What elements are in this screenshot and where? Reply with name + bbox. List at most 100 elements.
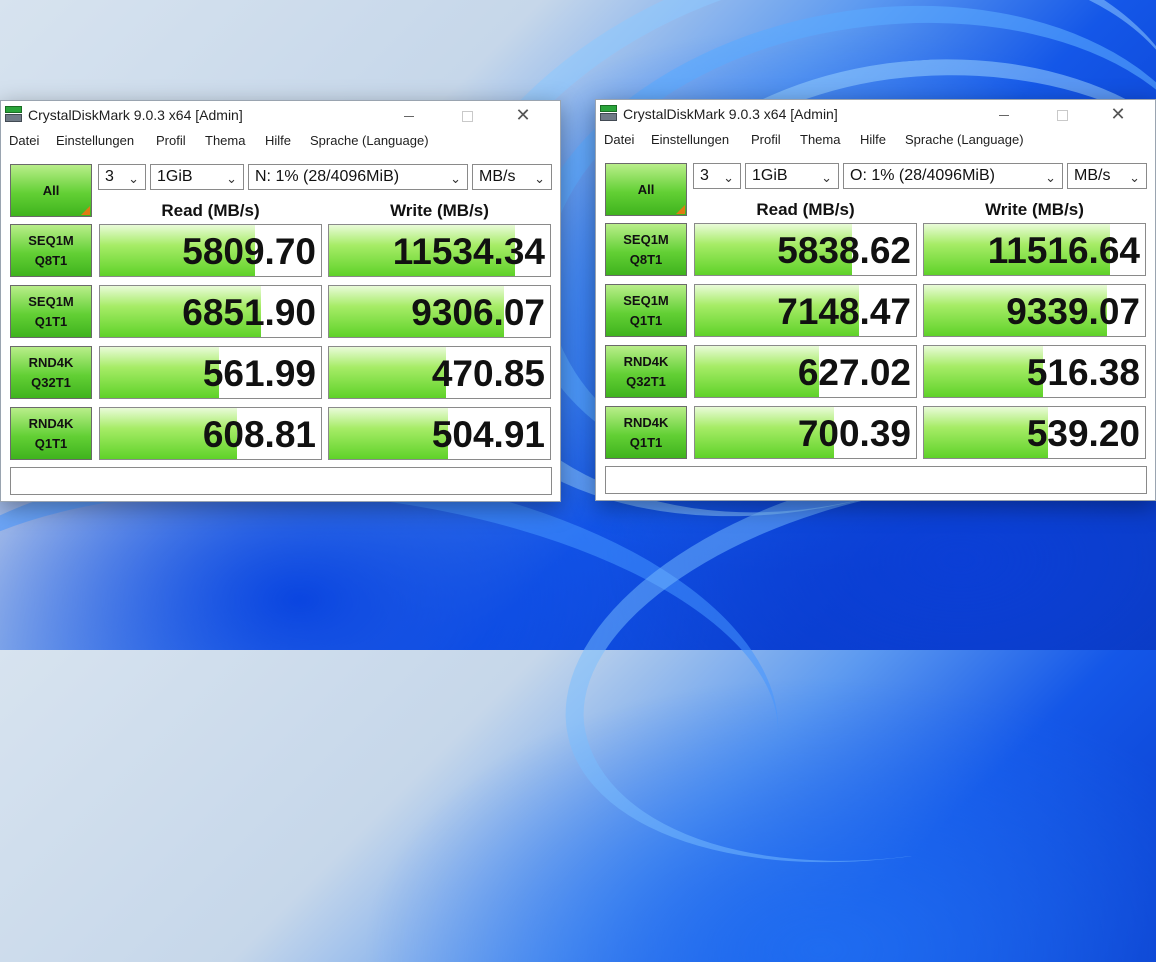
test-seq1m-q8t1-button[interactable]: SEQ1M Q8T1 — [10, 224, 92, 277]
all-button[interactable]: All — [605, 163, 687, 216]
unit-value: MB/s — [1074, 167, 1111, 184]
chevron-down-icon: ⌄ — [534, 171, 545, 186]
size-select[interactable]: 1GiB ⌄ — [150, 164, 244, 190]
menu-sprache[interactable]: Sprache (Language) — [905, 132, 1024, 147]
menu-thema[interactable]: Thema — [205, 133, 245, 148]
read-result-cell: 5838.62 — [694, 223, 917, 276]
count-value: 3 — [105, 168, 114, 185]
menu-hilfe[interactable]: Hilfe — [265, 133, 291, 148]
test-rnd4k-q1t1-button[interactable]: RND4K Q1T1 — [605, 406, 687, 459]
read-result-cell: 5809.70 — [99, 224, 322, 277]
write-result-value: 11534.34 — [392, 231, 545, 272]
test-line1: RND4K — [28, 354, 74, 370]
menu-thema[interactable]: Thema — [800, 132, 840, 147]
window-title: CrystalDiskMark 9.0.3 x64 [Admin] — [28, 107, 243, 123]
menu-datei[interactable]: Datei — [604, 132, 634, 147]
write-result-cell: 9306.07 — [328, 285, 551, 338]
read-result-value: 627.02 — [797, 352, 911, 393]
read-result-bar — [100, 347, 220, 398]
minimize-icon — [404, 115, 414, 117]
read-column-header: Read (MB/s) — [161, 201, 260, 220]
read-result-cell: 700.39 — [694, 406, 917, 459]
size-select[interactable]: 1GiB ⌄ — [745, 163, 839, 189]
maximize-button[interactable] — [1039, 100, 1085, 128]
read-result-value: 608.81 — [202, 414, 316, 455]
benchmark-panel: All 3 ⌄ 1GiB ⌄ N: 1% (28/4096MiB) ⌄ MB/s ⌄ R… — [1, 154, 560, 501]
close-button[interactable]: ✕ — [500, 101, 546, 129]
menu-hilfe[interactable]: Hilfe — [860, 132, 886, 147]
corner-marker-icon — [676, 205, 685, 214]
comment-field[interactable] — [605, 466, 1147, 494]
corner-marker-icon — [81, 206, 90, 215]
comment-field[interactable] — [10, 467, 552, 495]
minimize-button[interactable] — [981, 100, 1027, 128]
title-bar[interactable]: CrystalDiskMark 9.0.3 x64 [Admin] ✕ — [1, 101, 560, 129]
write-column-header: Write (MB/s) — [985, 200, 1084, 219]
unit-select[interactable]: MB/s ⌄ — [472, 164, 552, 190]
chevron-down-icon: ⌄ — [1129, 170, 1140, 185]
write-column-header: Write (MB/s) — [390, 201, 489, 220]
write-result-bar — [329, 408, 449, 459]
all-button[interactable]: All — [10, 164, 92, 217]
test-seq1m-q1t1-button[interactable]: SEQ1M Q1T1 — [10, 285, 92, 338]
drive-select[interactable]: N: 1% (28/4096MiB) ⌄ — [248, 164, 468, 190]
test-seq1m-q1t1-button[interactable]: SEQ1M Q1T1 — [605, 284, 687, 337]
read-result-value: 5809.70 — [182, 231, 316, 272]
read-result-value: 561.99 — [202, 353, 316, 394]
read-result-value: 6851.90 — [182, 292, 316, 333]
close-icon: ✕ — [1110, 104, 1126, 124]
unit-value: MB/s — [479, 168, 516, 185]
test-seq1m-q8t1-button[interactable]: SEQ1M Q8T1 — [605, 223, 687, 276]
benchmark-panel: All 3 ⌄ 1GiB ⌄ O: 1% (28/4096MiB) ⌄ MB/s ⌄ R… — [596, 153, 1155, 500]
read-result-value: 7148.47 — [777, 291, 911, 332]
write-result-value: 539.20 — [1026, 413, 1140, 454]
write-result-cell: 539.20 — [923, 406, 1146, 459]
drive-select[interactable]: O: 1% (28/4096MiB) ⌄ — [843, 163, 1063, 189]
maximize-button[interactable] — [444, 101, 490, 129]
test-line2: Q1T1 — [34, 435, 68, 451]
title-bar[interactable]: CrystalDiskMark 9.0.3 x64 [Admin] ✕ — [596, 100, 1155, 128]
chevron-down-icon: ⌄ — [226, 171, 237, 186]
write-result-value: 9306.07 — [411, 292, 545, 333]
count-value: 3 — [700, 167, 709, 184]
minimize-button[interactable] — [386, 101, 432, 129]
chevron-down-icon: ⌄ — [128, 171, 139, 186]
maximize-icon — [1056, 109, 1068, 121]
test-line2: Q8T1 — [629, 251, 663, 267]
write-result-value: 504.91 — [431, 414, 545, 455]
test-rnd4k-q32t1-button[interactable]: RND4K Q32T1 — [605, 345, 687, 398]
menu-profil[interactable]: Profil — [751, 132, 781, 147]
read-result-value: 5838.62 — [777, 230, 911, 271]
test-line2: Q1T1 — [629, 312, 663, 328]
write-result-cell: 504.91 — [328, 407, 551, 460]
read-result-cell: 627.02 — [694, 345, 917, 398]
close-icon: ✕ — [515, 105, 531, 125]
read-result-value: 700.39 — [797, 413, 911, 454]
write-result-value: 9339.07 — [1006, 291, 1140, 332]
unit-select[interactable]: MB/s ⌄ — [1067, 163, 1147, 189]
crystaldiskmark-app-icon — [600, 105, 617, 121]
menu-sprache[interactable]: Sprache (Language) — [310, 133, 429, 148]
write-result-cell: 11534.34 — [328, 224, 551, 277]
maximize-icon — [461, 110, 473, 122]
window-title: CrystalDiskMark 9.0.3 x64 [Admin] — [623, 106, 838, 122]
test-line2: Q32T1 — [31, 374, 71, 390]
chevron-down-icon: ⌄ — [821, 170, 832, 185]
test-rnd4k-q1t1-button[interactable]: RND4K Q1T1 — [10, 407, 92, 460]
menu-einstellungen[interactable]: Einstellungen — [651, 132, 729, 147]
test-rnd4k-q32t1-button[interactable]: RND4K Q32T1 — [10, 346, 92, 399]
test-line1: SEQ1M — [623, 292, 669, 308]
all-button-label: All — [637, 182, 655, 197]
count-select[interactable]: 3 ⌄ — [98, 164, 146, 190]
all-button-label: All — [42, 183, 60, 198]
close-button[interactable]: ✕ — [1095, 100, 1141, 128]
menu-profil[interactable]: Profil — [156, 133, 186, 148]
size-value: 1GiB — [157, 168, 193, 185]
menu-datei[interactable]: Datei — [9, 133, 39, 148]
menu-einstellungen[interactable]: Einstellungen — [56, 133, 134, 148]
write-result-cell: 470.85 — [328, 346, 551, 399]
write-result-value: 470.85 — [431, 353, 545, 394]
count-select[interactable]: 3 ⌄ — [693, 163, 741, 189]
read-result-cell: 561.99 — [99, 346, 322, 399]
test-line1: RND4K — [623, 353, 669, 369]
